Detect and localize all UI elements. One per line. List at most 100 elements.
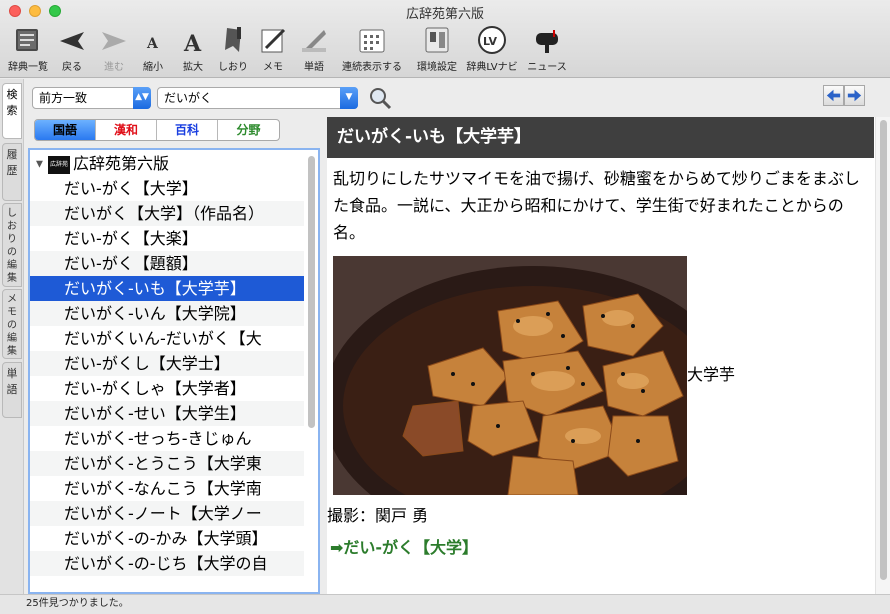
segment-label: 漢和 (113, 123, 138, 137)
search-icon[interactable] (368, 86, 392, 110)
list-item[interactable]: だいがく-の-じち【大学の自 (30, 551, 304, 576)
segment-label: 分野 (236, 123, 261, 137)
lv-navi-button[interactable]: LV 辞典LVナビ (464, 24, 520, 74)
entry-pane: だいがく-いも【大学芋】 乱切りにしたサツマイモを油で揚げ、砂糖蜜をからめて炒り… (327, 117, 890, 594)
list-item[interactable]: だいがく-せっち-きじゅん (30, 426, 304, 451)
toolbar-label: 単語 (304, 62, 324, 73)
sweet-potato-illustration (333, 256, 687, 495)
tab-memo-edit-label: メモの編集 (7, 294, 17, 357)
search-mode-value: 前方一致 (39, 91, 88, 105)
segment-kanwa[interactable]: 漢和 (96, 120, 157, 140)
back-arrow-icon (60, 32, 84, 50)
segment-kokugo[interactable]: 国語 (35, 120, 96, 140)
root-label: 広辞苑第六版 (73, 154, 170, 173)
list-item[interactable]: だいがく-なんこう【大学南 (30, 476, 304, 501)
svg-text:A: A (183, 31, 202, 56)
list-item[interactable]: だいがく-いも【大学芋】 (30, 276, 304, 301)
list-item[interactable]: だいがく-とうこう【大学東 (30, 451, 304, 476)
list-item[interactable]: だいがくいん-だいがく【大 (30, 326, 304, 351)
bookmark-button[interactable]: しおり (214, 24, 252, 74)
toolbar-label: 拡大 (183, 62, 203, 73)
entry-scrollbar[interactable] (875, 117, 890, 594)
search-mode-select[interactable]: 前方一致 ▲▼ (32, 87, 151, 109)
tab-words[interactable]: 単語 (2, 362, 22, 418)
kojien-logo: 広辞苑 (48, 155, 71, 174)
news-button[interactable]: ニュース (524, 24, 570, 74)
tab-memo-edit[interactable]: メモの編集 (2, 289, 22, 359)
tab-bookmark-edit[interactable]: しおりの編集 (2, 203, 22, 287)
cross-reference-link[interactable]: ➡だい-がく【大学】 (330, 534, 478, 558)
tab-history[interactable]: 履歴 (2, 143, 22, 201)
list-item[interactable]: だいがく【大学】（作品名） (30, 201, 304, 226)
toolbar-label: メモ (263, 62, 283, 73)
toolbar-label: 進む (104, 62, 124, 73)
toolbar-label: 環境設定 (417, 62, 457, 73)
lv-navi-icon: LV (478, 26, 506, 54)
list-item[interactable]: だい-がく【大学】 (30, 176, 304, 201)
list-item[interactable]: だい-がく【大楽】 (30, 226, 304, 251)
dictionary-tree-root[interactable]: ▼ 広辞苑 広辞苑第六版 (36, 153, 169, 175)
memo-button[interactable]: メモ (256, 24, 290, 74)
toolbar-label: ニュース (527, 62, 567, 73)
list-scrollbar[interactable] (308, 156, 315, 428)
forward-arrow-icon (102, 32, 126, 50)
segment-label: 百科 (174, 123, 199, 137)
segment-hyakka[interactable]: 百科 (157, 120, 218, 140)
history-back-button[interactable] (823, 85, 844, 106)
toolbar-label: 辞典一覧 (8, 62, 48, 73)
chevron-down-icon: ▼ (340, 87, 358, 109)
tab-search-label: 検索 (6, 88, 18, 117)
forward-button[interactable]: 進む (96, 24, 132, 74)
list-item[interactable]: だい-がくしゃ【大学者】 (30, 376, 304, 401)
dictionary-list-icon (16, 29, 38, 51)
memo-icon (261, 28, 286, 53)
entry-scroll-thumb[interactable] (880, 120, 887, 580)
dictionary-segmented-control: 国語 漢和 百科 分野 (34, 119, 280, 141)
continuous-display-button[interactable]: 連続表示する (338, 24, 406, 74)
svg-text:LV: LV (483, 35, 497, 48)
chevron-updown-icon: ▲▼ (133, 87, 151, 109)
continuous-display-icon (359, 29, 385, 53)
list-item[interactable]: だい-がく【題額】 (30, 251, 304, 276)
tab-history-label: 履歴 (6, 148, 18, 177)
daigaku-imo-photo[interactable] (333, 256, 687, 495)
arrow-right-icon (847, 89, 862, 102)
toolbar-label: 連続表示する (342, 62, 402, 73)
search-bar: 前方一致 ▲▼ だいがく ▼ (24, 79, 890, 115)
photo-credit: 撮影：関戸 勇 (327, 506, 429, 525)
dictionary-list-button[interactable]: 辞典一覧 (6, 24, 50, 74)
shrink-text-icon: A (146, 36, 159, 52)
status-bar: 25件見つかりました。 (0, 594, 890, 614)
search-query-value: だいがく (164, 91, 213, 105)
history-forward-button[interactable] (844, 85, 865, 106)
preferences-button[interactable]: 環境設定 (414, 24, 460, 74)
window-title: 広辞苑第六版 (405, 7, 484, 22)
entry-headword: だいがく-いも【大学芋】 (327, 117, 874, 158)
toolbar-label: 辞典LVナビ (466, 62, 518, 73)
word-button[interactable]: 単語 (296, 24, 332, 74)
image-caption: 大学芋 (687, 365, 736, 384)
list-item[interactable]: だいがく-の-かみ【大学頭】 (30, 526, 304, 551)
tab-words-label: 単語 (6, 367, 18, 396)
enlarge-text-icon: A (183, 31, 202, 56)
shrink-button[interactable]: A 縮小 (136, 24, 170, 74)
segment-label: 国語 (52, 123, 77, 137)
enlarge-button[interactable]: A 拡大 (176, 24, 210, 74)
entry-definition: 乱切りにしたサツマイモを油で揚げ、砂糖蜜をからめて炒りごまをまぶした食品。一説に… (333, 169, 860, 242)
disclosure-triangle-icon[interactable]: ▼ (36, 160, 43, 170)
list-item[interactable]: だい-がくし【大学士】 (30, 351, 304, 376)
pane-splitter[interactable] (320, 148, 326, 594)
toolbar-label: 戻る (62, 62, 82, 73)
back-button[interactable]: 戻る (54, 24, 90, 74)
list-item[interactable]: だいがく-いん【大学院】 (30, 301, 304, 326)
segment-bunya[interactable]: 分野 (218, 120, 279, 140)
search-input[interactable]: だいがく ▼ (157, 87, 358, 109)
title-bar: 広辞苑第六版 辞典一覧 戻る 進む A 縮小 A 拡大 しおり メモ 単語 連続… (0, 0, 890, 78)
svg-text:A: A (146, 36, 159, 52)
list-item[interactable]: だいがく-ノート【大学ノー (30, 501, 304, 526)
news-mailbox-icon (536, 30, 558, 53)
side-tab-bar: 検索 履歴 しおりの編集 メモの編集 単語 (0, 79, 24, 594)
toolbar-label: しおり (218, 62, 248, 73)
tab-search[interactable]: 検索 (2, 83, 22, 139)
list-item[interactable]: だいがく-せい【大学生】 (30, 401, 304, 426)
